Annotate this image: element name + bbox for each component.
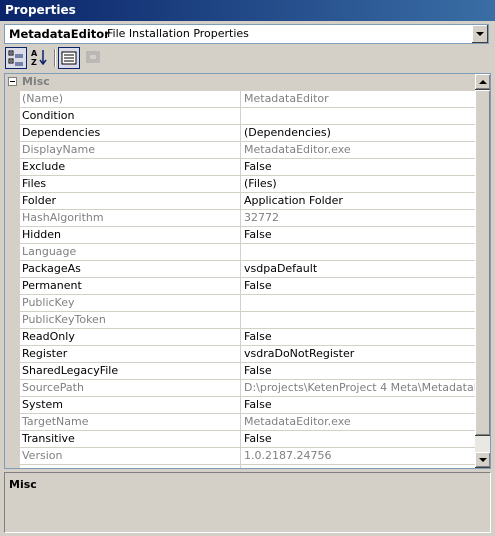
property-value: MetadataEditor.exe: [244, 143, 351, 156]
property-name: ReadOnly: [20, 329, 241, 345]
property-row[interactable]: DisplayName MetadataEditor.exe: [20, 142, 476, 159]
properties-icon: [61, 51, 77, 65]
property-value[interactable]: (Files): [241, 176, 476, 192]
property-row[interactable]: Language: [20, 244, 476, 261]
property-value[interactable]: False: [241, 397, 476, 413]
property-row[interactable]: PackageAs vsdpaDefault: [20, 261, 476, 278]
property-value[interactable]: vsdpaDefault: [241, 261, 476, 277]
object-selector[interactable]: MetadataEditor File Installation Propert…: [4, 24, 489, 44]
property-value[interactable]: False: [241, 227, 476, 243]
property-name: Version: [20, 448, 241, 464]
window-title: Properties: [0, 0, 495, 21]
categorized-button[interactable]: [5, 47, 27, 69]
property-row[interactable]: Files (Files): [20, 176, 476, 193]
property-name: Condition: [20, 108, 241, 124]
svg-text:A: A: [31, 49, 38, 58]
svg-text:Z: Z: [31, 58, 37, 67]
property-row[interactable]: (Name) MetadataEditor: [20, 91, 476, 108]
collapse-icon[interactable]: [8, 77, 17, 86]
property-value[interactable]: Application Folder: [241, 193, 476, 209]
grid-gutter: [5, 74, 20, 468]
chevron-down-icon[interactable]: [471, 25, 488, 43]
property-row[interactable]: PublicKeyToken: [20, 312, 476, 329]
property-value: MetadataEditor: [244, 92, 329, 105]
vertical-scrollbar[interactable]: [475, 74, 490, 468]
properties-button[interactable]: [58, 47, 80, 69]
property-row[interactable]: Dependencies (Dependencies): [20, 125, 476, 142]
property-pages-icon: [86, 51, 100, 63]
property-value[interactable]: False: [241, 159, 476, 175]
category-row-misc[interactable]: Misc: [5, 74, 475, 91]
property-row[interactable]: Hidden False: [20, 227, 476, 244]
property-row[interactable]: Folder Application Folder: [20, 193, 476, 210]
property-grid: Misc (Name) MetadataEditor Condition Depend…: [4, 73, 491, 469]
property-row[interactable]: Permanent False: [20, 278, 476, 295]
property-value: [241, 465, 476, 468]
property-value: [241, 295, 476, 311]
property-value: D:\projects\KetenProject 4 Meta\Metadata…: [244, 381, 476, 394]
property-value: 1.0.2187.24756: [244, 449, 332, 462]
property-value[interactable]: False: [241, 329, 476, 345]
property-row[interactable]: Version 1.0.2187.24756: [20, 448, 476, 465]
property-row[interactable]: Register vsdraDoNotRegister: [20, 346, 476, 363]
toolbar-separator: [54, 49, 56, 67]
property-value[interactable]: False: [241, 431, 476, 447]
property-row[interactable]: Transitive False: [20, 431, 476, 448]
toolbar: A Z: [4, 47, 489, 71]
property-name: TargetName: [20, 414, 241, 430]
category-label: Misc: [22, 75, 50, 88]
property-row[interactable]: PublicKey: [20, 295, 476, 312]
property-value[interactable]: vsdraDoNotRegister: [241, 346, 476, 362]
property-value: 32772: [244, 211, 279, 224]
property-pages-button[interactable]: [83, 47, 105, 69]
property-value[interactable]: (Dependencies): [241, 125, 476, 141]
object-name: MetadataEditor: [9, 27, 110, 41]
alphabetical-icon: A Z: [31, 49, 47, 67]
property-name: [20, 465, 241, 468]
property-name: Exclude: [20, 159, 241, 175]
property-name: SharedLegacyFile: [20, 363, 241, 379]
property-name: System: [20, 397, 241, 413]
property-name: Register: [20, 346, 241, 362]
alphabetical-button[interactable]: A Z: [29, 47, 51, 69]
property-name: Permanent: [20, 278, 241, 294]
property-row[interactable]: [20, 465, 476, 468]
description-title: Misc: [9, 478, 37, 491]
property-value: MetadataEditor.exe: [244, 415, 351, 428]
property-rows: (Name) MetadataEditor Condition Dependencie…: [20, 91, 476, 468]
property-row[interactable]: ReadOnly False: [20, 329, 476, 346]
property-row[interactable]: SharedLegacyFile False: [20, 363, 476, 380]
property-name: Files: [20, 176, 241, 192]
property-name: PublicKeyToken: [20, 312, 241, 328]
property-name: Hidden: [20, 227, 241, 243]
scroll-down-icon[interactable]: [475, 452, 490, 468]
property-value[interactable]: False: [241, 363, 476, 379]
property-row[interactable]: HashAlgorithm 32772: [20, 210, 476, 227]
scroll-up-icon[interactable]: [475, 74, 490, 90]
object-type: File Installation Properties: [107, 27, 249, 40]
property-name: Dependencies: [20, 125, 241, 141]
property-name: Folder: [20, 193, 241, 209]
scroll-thumb[interactable]: [475, 90, 490, 436]
property-name: Language: [20, 244, 241, 260]
property-name: HashAlgorithm: [20, 210, 241, 226]
property-row[interactable]: TargetName MetadataEditor.exe: [20, 414, 476, 431]
property-value: [241, 312, 476, 328]
property-name: (Name): [20, 91, 241, 107]
property-name: Transitive: [20, 431, 241, 447]
property-value[interactable]: [241, 108, 476, 124]
property-value[interactable]: False: [241, 278, 476, 294]
property-value: [241, 244, 476, 260]
property-row[interactable]: SourcePath D:\projects\KetenProject 4 Met…: [20, 380, 476, 397]
property-name: PublicKey: [20, 295, 241, 311]
categorized-icon: [8, 50, 23, 66]
property-name: DisplayName: [20, 142, 241, 158]
property-row[interactable]: System False: [20, 397, 476, 414]
property-row[interactable]: Condition: [20, 108, 476, 125]
description-pane: Misc: [4, 472, 491, 533]
property-name: SourcePath: [20, 380, 241, 396]
property-name: PackageAs: [20, 261, 241, 277]
property-row[interactable]: Exclude False: [20, 159, 476, 176]
